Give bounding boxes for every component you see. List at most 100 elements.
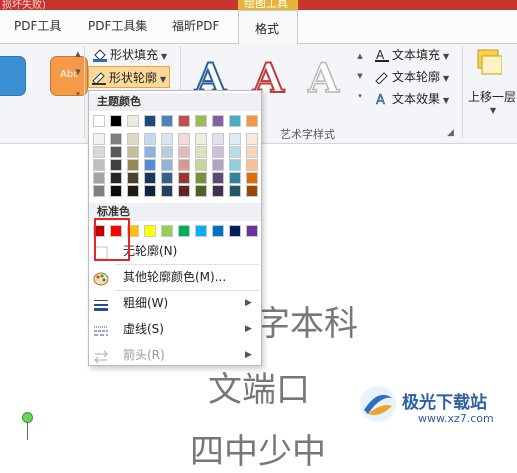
standard-color-swatch[interactable]: [246, 225, 258, 237]
gallery-scroll-down-icon[interactable]: ▼: [73, 66, 83, 78]
rotation-handle-line: [27, 423, 28, 440]
wordart-scroll-down-icon[interactable]: ▼: [355, 70, 365, 82]
dashes-item[interactable]: 虚线(S) ▶: [89, 317, 261, 341]
theme-shade-swatch[interactable]: [161, 146, 173, 158]
theme-shade-swatch[interactable]: [195, 159, 207, 171]
doc-text-line1: 字本科: [256, 304, 358, 344]
theme-shade-swatch[interactable]: [144, 133, 156, 145]
bring-forward-icon[interactable]: [476, 48, 503, 76]
gallery-more-icon[interactable]: ▾: [73, 88, 83, 100]
theme-shade-swatch[interactable]: [195, 172, 207, 184]
text-outline-button[interactable]: 文本轮廓 ▼: [374, 68, 449, 88]
theme-shade-swatch[interactable]: [229, 159, 241, 171]
theme-shade-swatch[interactable]: [195, 146, 207, 158]
theme-shade-swatch[interactable]: [212, 159, 224, 171]
theme-shade-swatch[interactable]: [110, 185, 122, 197]
rotation-handle[interactable]: [22, 412, 33, 423]
theme-shade-swatch[interactable]: [178, 159, 190, 171]
theme-shade-swatch[interactable]: [93, 159, 105, 171]
standard-color-swatch[interactable]: [144, 225, 156, 237]
theme-shade-swatch[interactable]: [161, 172, 173, 184]
theme-shade-swatch[interactable]: [144, 159, 156, 171]
tab-foxit-pdf[interactable]: 福昕PDF: [172, 17, 219, 34]
theme-shade-swatch[interactable]: [178, 172, 190, 184]
theme-shade-swatch[interactable]: [212, 146, 224, 158]
standard-color-swatch[interactable]: [195, 225, 207, 237]
theme-color-swatch[interactable]: [178, 115, 190, 127]
theme-shade-swatch[interactable]: [161, 185, 173, 197]
theme-color-swatch[interactable]: [127, 115, 139, 127]
theme-shade-swatch[interactable]: [229, 146, 241, 158]
palette-icon: [93, 270, 109, 286]
theme-shade-swatch[interactable]: [93, 172, 105, 184]
chevron-down-icon: ▼: [443, 52, 450, 61]
tab-pdf-toolset[interactable]: PDF工具集: [88, 17, 147, 34]
text-effects-button[interactable]: A 文本效果 ▼: [374, 90, 449, 110]
theme-color-swatch[interactable]: [144, 115, 156, 127]
theme-shade-swatch[interactable]: [195, 133, 207, 145]
standard-color-swatch[interactable]: [178, 225, 190, 237]
theme-shade-swatch[interactable]: [195, 185, 207, 197]
gallery-scroll-up-icon[interactable]: ▲: [73, 48, 83, 60]
theme-shade-swatch[interactable]: [127, 133, 139, 145]
theme-shade-swatch[interactable]: [144, 172, 156, 184]
theme-shade-swatch[interactable]: [229, 172, 241, 184]
wordart-style-gray[interactable]: A: [307, 54, 340, 104]
theme-color-swatch[interactable]: [161, 115, 173, 127]
theme-shade-swatch[interactable]: [246, 185, 258, 197]
theme-shade-swatch[interactable]: [246, 159, 258, 171]
theme-shade-swatch[interactable]: [212, 172, 224, 184]
theme-shade-swatch[interactable]: [246, 133, 258, 145]
theme-shade-swatch[interactable]: [110, 146, 122, 158]
theme-color-swatch[interactable]: [110, 115, 122, 127]
theme-shade-swatch[interactable]: [127, 159, 139, 171]
bring-forward-button[interactable]: 上移一层: [468, 88, 516, 105]
theme-shade-swatch[interactable]: [110, 133, 122, 145]
theme-shade-swatch[interactable]: [178, 133, 190, 145]
theme-shade-swatch[interactable]: [110, 172, 122, 184]
theme-shade-swatch[interactable]: [212, 133, 224, 145]
shape-outline-button[interactable]: 形状轮廓 ▼: [88, 66, 170, 88]
text-fill-button[interactable]: A 文本填充 ▼: [374, 46, 449, 66]
shape-style-blue[interactable]: [0, 56, 26, 96]
theme-shade-swatch[interactable]: [127, 146, 139, 158]
theme-shade-swatch[interactable]: [229, 133, 241, 145]
chevron-down-icon[interactable]: ▼: [490, 106, 496, 115]
standard-color-swatch[interactable]: [161, 225, 173, 237]
weight-item[interactable]: 粗细(W) ▶: [89, 291, 261, 315]
theme-shade-swatch[interactable]: [246, 146, 258, 158]
chevron-down-icon: ▼: [443, 74, 450, 83]
theme-shade-swatch[interactable]: [127, 172, 139, 184]
theme-color-swatch[interactable]: [229, 115, 241, 127]
theme-color-swatch[interactable]: [195, 115, 207, 127]
theme-shade-swatch[interactable]: [178, 146, 190, 158]
theme-shade-swatch[interactable]: [93, 133, 105, 145]
standard-color-swatch[interactable]: [212, 225, 224, 237]
theme-shade-swatch[interactable]: [229, 185, 241, 197]
arrows-item[interactable]: 箭头(R) ▶: [89, 343, 261, 367]
theme-shade-swatch[interactable]: [110, 159, 122, 171]
theme-shade-swatch[interactable]: [127, 185, 139, 197]
standard-color-swatch[interactable]: [229, 225, 241, 237]
theme-shade-swatch[interactable]: [144, 146, 156, 158]
dash-style-icon: [93, 322, 109, 336]
theme-shade-swatch[interactable]: [212, 185, 224, 197]
chevron-down-icon: ▼: [443, 96, 450, 105]
theme-color-swatch[interactable]: [93, 115, 105, 127]
theme-shade-swatch[interactable]: [161, 133, 173, 145]
theme-color-swatch[interactable]: [212, 115, 224, 127]
tab-pdf-tools[interactable]: PDF工具: [14, 17, 61, 34]
theme-shade-swatch[interactable]: [93, 185, 105, 197]
theme-shade-swatch[interactable]: [161, 159, 173, 171]
theme-shade-swatch[interactable]: [246, 172, 258, 184]
more-outline-colors-item[interactable]: 其他轮廓颜色(M)...: [89, 265, 261, 289]
theme-shade-swatch[interactable]: [178, 185, 190, 197]
shape-fill-button[interactable]: 形状填充 ▼: [92, 46, 167, 66]
tab-format[interactable]: 格式: [238, 10, 298, 45]
theme-shade-swatch[interactable]: [93, 146, 105, 158]
wordart-scroll-up-icon[interactable]: ▲: [355, 50, 365, 62]
theme-shade-swatch[interactable]: [144, 185, 156, 197]
theme-color-swatch[interactable]: [246, 115, 258, 127]
wordart-more-icon[interactable]: ▾: [355, 90, 365, 102]
dialog-launcher-icon[interactable]: ◢: [447, 128, 454, 138]
